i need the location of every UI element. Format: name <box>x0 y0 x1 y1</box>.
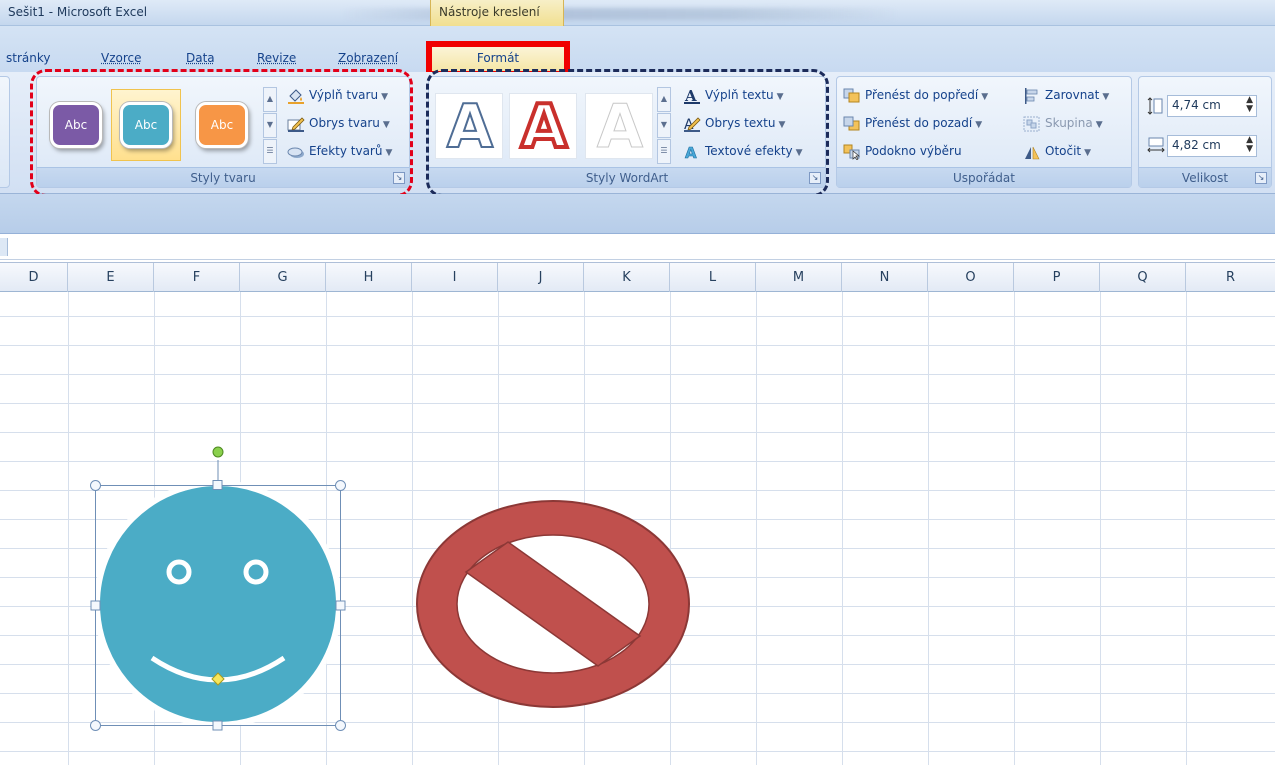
resize-handle-bottom[interactable] <box>212 720 223 731</box>
column-header-r[interactable]: R <box>1186 263 1275 292</box>
resize-handle-right[interactable] <box>335 600 346 611</box>
column-header-e[interactable]: E <box>68 263 154 292</box>
blurred-title-area <box>340 8 900 20</box>
selection-pane-icon <box>843 144 860 160</box>
column-header-p[interactable]: P <box>1014 263 1100 292</box>
tab-review[interactable]: Revize <box>257 51 296 65</box>
bring-forward-button[interactable]: Přenést do popředí ▼ <box>843 85 988 107</box>
column-header-h[interactable]: H <box>326 263 412 292</box>
selection-pane-button[interactable]: Podokno výběru <box>843 141 962 163</box>
send-backward-icon <box>843 116 860 130</box>
group-button[interactable]: Skupina ▼ <box>1023 113 1103 135</box>
rotation-handle[interactable] <box>212 446 224 458</box>
ribbon-group-size: 4,74 cm ▲ ▼ 4,82 cm ▲ ▼ Velikost ↘ <box>1138 76 1272 188</box>
ribbon-group-partial <box>0 76 10 188</box>
shape-height-icon <box>1147 97 1163 115</box>
highlight-frame-wordart-styles <box>426 69 829 197</box>
name-box-edge <box>0 238 8 256</box>
resize-handle-bottom-right[interactable] <box>335 720 346 731</box>
column-header-j[interactable]: J <box>498 263 584 292</box>
resize-handle-left[interactable] <box>90 600 101 611</box>
group-label-arrange: Uspořádat <box>837 167 1131 187</box>
highlight-frame-shape-styles <box>30 69 413 197</box>
column-header-o[interactable]: O <box>928 263 1014 292</box>
group-icon <box>1023 116 1040 131</box>
no-symbol-shape[interactable] <box>416 500 690 708</box>
send-backward-button[interactable]: Přenést do pozadí ▼ <box>843 113 982 135</box>
align-button[interactable]: Zarovnat ▼ <box>1023 85 1109 107</box>
resize-handle-bottom-left[interactable] <box>90 720 101 731</box>
resize-handle-top-left[interactable] <box>90 480 101 491</box>
tab-view[interactable]: Zobrazení <box>338 51 398 65</box>
title-bar: Sešit1 - Microsoft Excel Nástroje kresle… <box>0 0 1275 36</box>
shape-width-icon <box>1147 137 1165 153</box>
column-header-q[interactable]: Q <box>1100 263 1186 292</box>
ribbon-tab-row: stránky Vzorce Data Revize Zobrazení For… <box>0 26 1275 77</box>
align-left-icon <box>1025 87 1038 104</box>
tab-formulas[interactable]: Vzorce <box>101 51 142 65</box>
rotate-icon <box>1025 146 1040 159</box>
dialog-launcher-icon[interactable]: ↘ <box>1255 172 1267 184</box>
column-header-l[interactable]: L <box>670 263 756 292</box>
column-header-d[interactable]: D <box>0 263 68 292</box>
column-header-f[interactable]: F <box>154 263 240 292</box>
resize-handle-top[interactable] <box>212 480 223 490</box>
column-header-g[interactable]: G <box>240 263 326 292</box>
ribbon-group-arrange: Přenést do popředí ▼ Přenést do pozadí ▼ P… <box>836 76 1132 188</box>
tab-page-layout[interactable]: stránky <box>6 51 50 65</box>
group-label-size: Velikost <box>1139 167 1271 187</box>
rotate-button[interactable]: Otočit ▼ <box>1023 141 1091 163</box>
column-header-i[interactable]: I <box>412 263 498 292</box>
smiley-face-shape[interactable] <box>94 480 342 728</box>
tab-data[interactable]: Data <box>186 51 215 65</box>
bring-forward-icon <box>843 88 860 102</box>
resize-handle-top-right[interactable] <box>335 480 346 491</box>
window-title: Sešit1 - Microsoft Excel <box>8 5 148 19</box>
column-header-n[interactable]: N <box>842 263 928 292</box>
column-header-k[interactable]: K <box>584 263 670 292</box>
ribbon-bottom-strip <box>0 194 1275 234</box>
formula-bar[interactable] <box>0 234 1275 260</box>
worksheet-grid[interactable] <box>0 292 1275 765</box>
shape-height-input[interactable]: 4,74 cm ▲ ▼ <box>1167 95 1257 117</box>
shape-width-input[interactable]: 4,82 cm ▲ ▼ <box>1167 135 1257 157</box>
column-header-m[interactable]: M <box>756 263 842 292</box>
column-headers: D E F G H I J K L M N O P Q R <box>0 262 1275 292</box>
